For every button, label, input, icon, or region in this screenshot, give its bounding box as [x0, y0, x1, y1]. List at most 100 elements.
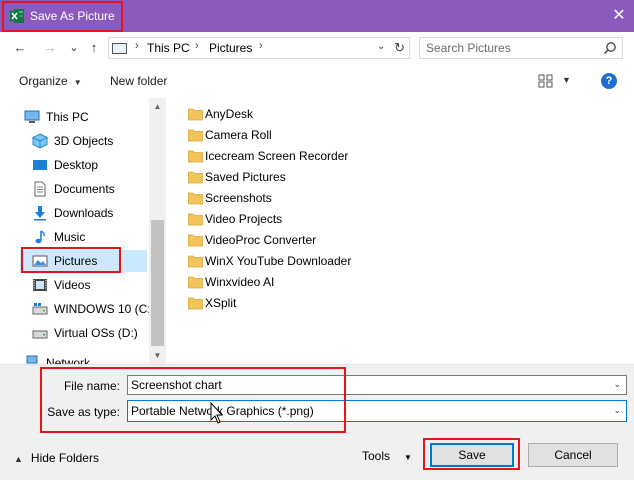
- downloads-icon: [34, 206, 46, 221]
- videos-icon: [33, 279, 47, 291]
- close-button[interactable]: ✕: [604, 0, 634, 32]
- 3d-objects-icon: [32, 133, 48, 149]
- sidebar-item-desktop[interactable]: Desktop: [20, 154, 147, 176]
- sidebar-item-label: Documents: [54, 182, 115, 196]
- scroll-up-arrow[interactable]: ▲: [149, 98, 166, 115]
- breadcrumb-separator: ›: [135, 40, 139, 52]
- hide-folders-button[interactable]: ▲ Hide Folders: [14, 451, 99, 465]
- folder-icon: [188, 213, 203, 226]
- navigation-pane-scrollbar[interactable]: ▲ ▼: [149, 98, 166, 364]
- file-list: AnyDesk Camera Roll Icecream Screen Reco…: [166, 98, 634, 364]
- folder-icon: [188, 108, 203, 121]
- help-button[interactable]: ?: [601, 73, 617, 89]
- folder-name: AnyDesk: [205, 107, 254, 121]
- file-name-field[interactable]: ⌄: [127, 375, 627, 395]
- sidebar-item-music[interactable]: Music: [20, 226, 147, 248]
- tools-label: Tools: [362, 449, 391, 463]
- sidebar-item-label: WINDOWS 10 (C:): [54, 302, 150, 316]
- title-bar: Save As Picture ✕: [0, 0, 634, 32]
- list-item[interactable]: Screenshots: [188, 188, 448, 208]
- save-button[interactable]: Save: [430, 443, 514, 467]
- sidebar-item-label: Virtual OSs (D:): [54, 326, 138, 340]
- folder-icon: [188, 171, 203, 184]
- this-pc-address-icon: [112, 43, 127, 54]
- list-item[interactable]: XSplit: [188, 293, 448, 313]
- organize-label: Organize: [19, 74, 68, 88]
- folder-icon: [188, 297, 203, 310]
- search-icon[interactable]: [603, 41, 617, 55]
- list-item[interactable]: AnyDesk: [188, 104, 448, 124]
- list-item[interactable]: Camera Roll: [188, 125, 448, 145]
- sidebar-item-downloads[interactable]: Downloads: [20, 202, 147, 224]
- back-button[interactable]: ←: [12, 40, 28, 56]
- list-item[interactable]: Winxvideo AI: [188, 272, 448, 292]
- sidebar-item-network[interactable]: Network: [20, 352, 147, 364]
- tools-button[interactable]: Tools ▼: [362, 449, 412, 463]
- folder-icon: [188, 129, 203, 142]
- folder-name: XSplit: [205, 296, 237, 310]
- view-options-icon: [538, 74, 553, 88]
- list-item[interactable]: Saved Pictures: [188, 167, 448, 187]
- change-view-button[interactable]: ▼: [538, 73, 572, 89]
- folder-icon: [188, 255, 203, 268]
- scrollbar-thumb[interactable]: [151, 220, 164, 346]
- sidebar-item-label: 3D Objects: [54, 134, 114, 148]
- folder-name: Saved Pictures: [205, 170, 286, 184]
- new-folder-button[interactable]: New folder: [110, 74, 167, 88]
- sidebar-item-pictures[interactable]: Pictures: [20, 250, 147, 272]
- network-icon: [26, 355, 38, 364]
- breadcrumb-pictures[interactable]: Pictures: [209, 41, 252, 55]
- sidebar-item-3d-objects[interactable]: 3D Objects: [20, 130, 147, 152]
- pictures-icon: [32, 255, 48, 267]
- folder-name: Winxvideo AI: [205, 275, 275, 289]
- folder-name: WinX YouTube Downloader: [205, 254, 352, 268]
- folder-icon: [188, 234, 203, 247]
- sidebar-item-label: Music: [54, 230, 86, 244]
- sidebar-item-virtual-oss-d[interactable]: Virtual OSs (D:): [20, 322, 147, 344]
- this-pc-icon: [24, 110, 40, 123]
- documents-icon: [34, 181, 46, 197]
- list-item[interactable]: Video Projects: [188, 209, 448, 229]
- address-dropdown-icon[interactable]: ⌄: [377, 41, 385, 52]
- excel-app-icon: [10, 9, 24, 23]
- command-bar: Organize ▼ New folder ▼ ?: [0, 64, 634, 98]
- cancel-button[interactable]: Cancel: [528, 443, 618, 467]
- sidebar-item-documents[interactable]: Documents: [20, 178, 147, 200]
- forward-button[interactable]: →: [42, 40, 58, 56]
- window-title: Save As Picture: [30, 9, 115, 23]
- text-cursor-icon: [210, 402, 223, 424]
- save-options-panel: File name: ⌄ Save as type: Portable Netw…: [0, 364, 634, 480]
- organize-button[interactable]: Organize ▼: [19, 74, 82, 88]
- save-as-type-label: Save as type:: [47, 405, 120, 419]
- folder-name: Video Projects: [205, 212, 283, 226]
- chevron-up-icon: ▲: [14, 454, 23, 464]
- sidebar-item-label: Desktop: [54, 158, 99, 172]
- save-as-type-select[interactable]: Portable Network Graphics (*.png) ⌄: [127, 400, 627, 422]
- refresh-icon[interactable]: ↻: [394, 40, 405, 56]
- recent-locations-button[interactable]: ⌄: [66, 40, 82, 56]
- navigation-bar: ← → ⌄ ↑ › This PC › Pictures › ⌄ ↻: [0, 32, 634, 64]
- drive-c-icon: [32, 303, 48, 315]
- sidebar-item-windows-10-c[interactable]: WINDOWS 10 (C:): [20, 298, 150, 320]
- list-item[interactable]: VideoProc Converter: [188, 230, 448, 250]
- sidebar-item-this-pc[interactable]: This PC: [20, 106, 147, 128]
- folder-icon: [188, 276, 203, 289]
- search-box[interactable]: [419, 37, 623, 59]
- search-input[interactable]: [426, 41, 596, 55]
- list-item[interactable]: Icecream Screen Recorder: [188, 146, 448, 166]
- file-name-input[interactable]: [131, 378, 601, 392]
- scroll-down-arrow[interactable]: ▼: [149, 347, 166, 364]
- folder-name: Camera Roll: [205, 128, 272, 142]
- list-item[interactable]: WinX YouTube Downloader: [188, 251, 448, 271]
- sidebar-item-videos[interactable]: Videos: [20, 274, 147, 296]
- hide-folders-label: Hide Folders: [30, 451, 99, 465]
- address-bar[interactable]: › This PC › Pictures › ⌄ ↻: [108, 37, 410, 59]
- breadcrumb-this-pc[interactable]: This PC: [147, 41, 190, 55]
- up-button[interactable]: ↑: [86, 40, 102, 56]
- chevron-down-icon[interactable]: ⌄: [613, 379, 621, 390]
- sidebar-item-label: Videos: [54, 278, 91, 292]
- drive-d-icon: [32, 330, 48, 339]
- folder-name: Icecream Screen Recorder: [205, 149, 349, 163]
- file-name-label: File name:: [63, 379, 120, 393]
- folder-icon: [188, 150, 203, 163]
